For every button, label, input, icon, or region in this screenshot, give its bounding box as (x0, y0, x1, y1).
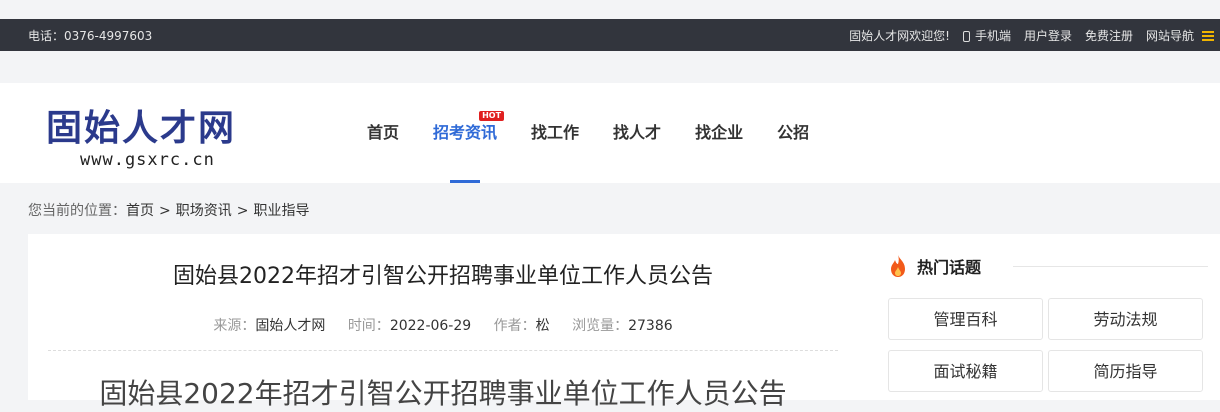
breadcrumb-prefix: 您当前的位置： (28, 203, 126, 219)
hot-badge: HOT (479, 111, 505, 121)
hot-topics-divider (1013, 266, 1208, 267)
nav-find-job[interactable]: 找工作 (514, 83, 596, 183)
author-label: 作者： (493, 318, 536, 334)
register-link[interactable]: 免费注册 (1085, 27, 1133, 44)
site-logo[interactable]: 固始人才网 www.gsxrc.cn (46, 97, 266, 177)
fire-icon (891, 255, 905, 277)
nav-exam-news-label: 招考资讯 (433, 123, 498, 142)
nav-home[interactable]: 首页 (350, 83, 416, 183)
topic-management[interactable]: 管理百科 (888, 298, 1043, 340)
main-nav: 首页 招考资讯 HOT 找工作 找人才 找企业 公招 (350, 83, 826, 183)
article-meta: 来源：固始人才网 时间：2022-06-29 作者：松 浏览量：27386 (48, 315, 838, 335)
breadcrumb-separator: > (159, 203, 171, 219)
logo-url: www.gsxrc.cn (80, 150, 215, 170)
hot-topics-title: 热门话题 (917, 258, 982, 277)
author-value: 松 (535, 318, 550, 334)
logo-text: 固始人才网 (46, 107, 237, 149)
breadcrumb-career-guide[interactable]: 职业指导 (253, 203, 309, 219)
nav-exam-news[interactable]: 招考资讯 HOT (416, 83, 514, 183)
header: 固始人才网 www.gsxrc.cn 首页 招考资讯 HOT 找工作 找人才 找… (0, 83, 1220, 183)
topic-interview-tips[interactable]: 面试秘籍 (888, 350, 1043, 392)
menu-icon[interactable] (1202, 30, 1214, 41)
article-body-heading: 固始县2022年招才引智公开招聘事业单位工作人员公告 (99, 377, 787, 410)
views-value: 27386 (628, 318, 673, 334)
breadcrumb-home[interactable]: 首页 (126, 203, 154, 219)
mobile-link[interactable]: 手机端 (962, 27, 1011, 44)
source-value: 固始人才网 (255, 318, 326, 334)
article-title: 固始县2022年招才引智公开招聘事业单位工作人员公告 (173, 264, 713, 289)
nav-find-talent[interactable]: 找人才 (596, 83, 678, 183)
meta-divider (48, 350, 838, 351)
phone-number: 电话：0376-4997603 (28, 29, 153, 43)
source-label: 来源： (213, 318, 256, 334)
nav-find-company[interactable]: 找企业 (678, 83, 760, 183)
topic-resume-guide[interactable]: 简历指导 (1048, 350, 1203, 392)
topic-labor-law[interactable]: 劳动法规 (1048, 298, 1203, 340)
nav-public-recruit[interactable]: 公招 (760, 83, 826, 183)
time-label: 时间： (347, 318, 390, 334)
hot-topics-header: 热门话题 (888, 254, 981, 278)
top-bar: 电话：0376-4997603 固始人才网欢迎您! 手机端 用户登录 免费注册 … (0, 19, 1220, 51)
sidebar: 热门话题 管理百科 劳动法规 面试秘籍 简历指导 (888, 234, 1220, 400)
top-links: 固始人才网欢迎您! 手机端 用户登录 免费注册 网站导航 (836, 27, 1214, 44)
time-value: 2022-06-29 (389, 318, 472, 334)
site-nav-link[interactable]: 网站导航 (1146, 27, 1194, 44)
breadcrumb: 您当前的位置：首页 > 职场资讯 > 职业指导 (28, 200, 309, 220)
views-label: 浏览量： (572, 318, 629, 334)
breadcrumb-career-news[interactable]: 职场资讯 (176, 203, 232, 219)
breadcrumb-separator: > (236, 203, 249, 219)
login-link[interactable]: 用户登录 (1024, 27, 1072, 44)
main-content: 固始县2022年招才引智公开招聘事业单位工作人员公告 来源：固始人才网 时间：2… (28, 234, 1220, 410)
mobile-phone-icon (962, 31, 970, 42)
welcome-text: 固始人才网欢迎您! (849, 29, 950, 43)
